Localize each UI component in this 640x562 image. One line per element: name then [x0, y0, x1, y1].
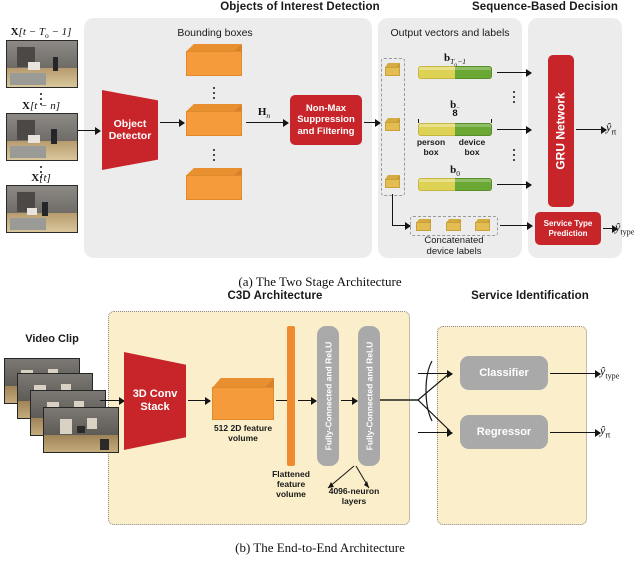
branch-connector [380, 360, 451, 432]
bbox-ellipsis-top [200, 84, 228, 102]
object-detector-line-1: Detector [108, 130, 152, 142]
arrow-classifier-to-output [550, 373, 600, 375]
input-frame-0 [6, 40, 78, 88]
arrow-to-regressor [418, 432, 452, 434]
service-type-line-1: Prediction [548, 228, 588, 238]
fully-connected-layer-2: Fully-Connected and ReLU [358, 326, 380, 466]
fully-connected-layer-1: Fully-Connected and ReLU [317, 326, 339, 466]
bbox-ellipsis-bottom [200, 146, 228, 164]
gru-network-label: GRU Network [554, 92, 568, 170]
concatenated-labels-caption: Concatenated device labels [424, 235, 484, 257]
bounding-boxes-label: Bounding boxes [177, 27, 253, 39]
nms-line-2: and Filtering [297, 125, 355, 137]
fc-note-label: 4096-neuron layers [328, 486, 380, 506]
fc2-label: Fully-Connected and ReLU [364, 341, 374, 451]
device-label-cube-1 [385, 118, 400, 131]
header-sequence-based-decision: Sequence-Based Decision [471, 1, 619, 13]
nms-line-0: Non-Max [305, 103, 347, 115]
caption-panel-a: (a) The Two Stage Architecture [238, 274, 402, 289]
vector-person-segment [418, 178, 455, 191]
regressor-block: Regressor [460, 415, 548, 449]
object-detector-block: Object Detector [102, 90, 158, 170]
device-label-cube-2 [385, 175, 400, 188]
input-frame-2 [6, 185, 78, 233]
segment-label-person: person box [416, 137, 446, 157]
service-type-line-0: Service Type [543, 219, 593, 229]
output-yhat-type: ŷtype [615, 220, 635, 237]
header-c3d-architecture: C3D Architecture [227, 290, 323, 302]
caption-panel-b: (b) The End-to-End Architecture [235, 540, 405, 555]
figure-root: Objects of Interest Detection Sequence-B… [0, 0, 640, 562]
concat-label-cube-0 [416, 219, 431, 231]
regressor-label: Regressor [476, 426, 532, 438]
video-frame-3 [43, 407, 119, 453]
nms-line-1: Suppression [297, 114, 355, 126]
hidden-state-label: Hn [257, 106, 271, 121]
classifier-label: Classifier [479, 367, 529, 379]
video-clip-label: Video Clip [25, 333, 79, 345]
vector-device-segment [455, 178, 492, 191]
gru-network-block: GRU Network [548, 55, 574, 207]
segment-label-device: device box [458, 137, 486, 157]
arrow-gru-to-output-rt [576, 129, 606, 131]
arrow-vector0-to-gru [497, 72, 531, 74]
input-label-1: X[t − n] [21, 100, 60, 112]
bounding-box-2 [186, 168, 242, 200]
flattened-feature-bar [287, 326, 295, 466]
service-type-prediction-block: Service Type Prediction [535, 212, 601, 245]
arrow-video-to-conv [100, 400, 124, 402]
concat-label-cube-1 [446, 219, 461, 231]
object-detector-line-0: Object [113, 117, 147, 130]
concat-label-cube-2 [475, 219, 490, 231]
fc1-label: Fully-Connected and ReLU [323, 341, 333, 451]
arrow-bbox-to-nms [246, 122, 288, 124]
input-label-2: X[t] [31, 172, 51, 184]
output-vector-0 [418, 66, 492, 79]
vector-dimension-value: 8 [449, 108, 461, 119]
output-yhat-type-b: ŷtype [600, 364, 620, 381]
output-vector-1 [418, 123, 492, 136]
vector-ellipsis-top [500, 88, 528, 106]
header-objects-of-interest-detection: Objects of Interest Detection [220, 1, 380, 13]
vector-ellipsis-bottom [500, 146, 528, 164]
vector-label-2: b0 [450, 164, 460, 179]
feature-volume-label: 512 2D feature volume [213, 423, 273, 443]
output-vector-2 [418, 178, 492, 191]
bounding-box-1 [186, 104, 242, 136]
vector-device-segment [455, 123, 492, 136]
feature-volume-box [212, 378, 274, 420]
connector-labels-horizontal [392, 225, 410, 227]
conv-stack-line-0: 3D Conv [132, 388, 178, 401]
vector-dimension-measure: 8 [418, 108, 492, 123]
input-label-0: X[t − To − 1] [10, 26, 72, 41]
arrow-nms-to-labels [364, 122, 380, 124]
arrow-regressor-to-output [550, 432, 600, 434]
vector-person-segment [418, 123, 455, 136]
vector-person-segment [418, 66, 455, 79]
conv-stack-block: 3D Conv Stack [124, 352, 186, 450]
connector-labels-vertical [392, 194, 394, 226]
conv-stack-line-1: Stack [140, 401, 170, 413]
input-frame-1 [6, 113, 78, 161]
arrow-conv-to-feature-volume [188, 400, 210, 402]
vector-device-segment [455, 66, 492, 79]
arrow-vector1-to-gru [497, 129, 531, 131]
arrow-flattened-to-fc1 [298, 400, 316, 402]
header-service-identification: Service Identification [471, 290, 589, 302]
arrow-frames-to-detector [78, 130, 100, 132]
bounding-box-0 [186, 44, 242, 76]
arrow-detector-to-bbox [160, 122, 184, 124]
output-yhat-rt: ŷrt [606, 120, 617, 137]
nms-block: Non-Max Suppression and Filtering [290, 95, 362, 145]
classifier-block: Classifier [460, 356, 548, 390]
device-label-cube-0 [385, 63, 400, 76]
arrow-fc1-to-fc2 [341, 400, 357, 402]
output-vectors-label: Output vectors and labels [390, 27, 510, 39]
arrow-vector2-to-gru [497, 184, 531, 186]
arrow-concat-to-service-type [500, 225, 532, 227]
arrow-to-classifier [418, 373, 452, 375]
output-yhat-rt-b: ŷrt [600, 423, 611, 440]
